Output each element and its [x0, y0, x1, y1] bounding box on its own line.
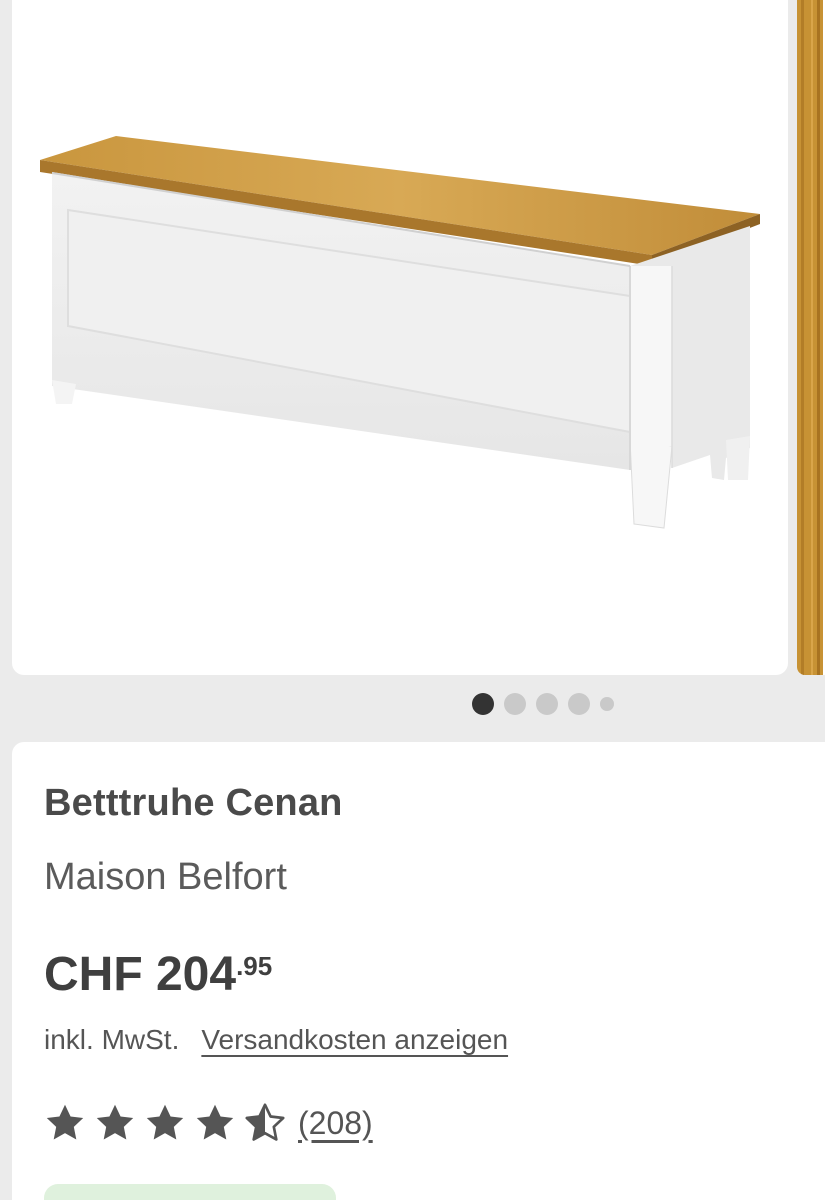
pagination-dot-5[interactable] — [600, 697, 614, 711]
product-info-card: Betttruhe Cenan Maison Belfort CHF 204 .… — [12, 742, 825, 1200]
star-icon — [146, 1104, 184, 1140]
review-count-link[interactable]: (208) — [298, 1105, 373, 1142]
price-cents: .95 — [236, 951, 273, 981]
pagination-dot-2[interactable] — [504, 693, 526, 715]
price-main: CHF 204 — [44, 948, 237, 1001]
star-icon — [46, 1104, 84, 1140]
tax-shipping-row: inkl. MwSt. Versandkosten anzeigen — [44, 1024, 508, 1056]
gallery-pagination — [472, 692, 614, 716]
pagination-dot-3[interactable] — [536, 693, 558, 715]
star-icon — [96, 1104, 134, 1140]
product-image-gallery[interactable] — [0, 0, 825, 742]
shipping-costs-link[interactable]: Versandkosten anzeigen — [201, 1024, 508, 1056]
star-half-icon — [245, 1103, 285, 1141]
product-title: Betttruhe Cenan — [44, 782, 343, 824]
rating-summary[interactable]: (208) — [42, 1100, 373, 1146]
pagination-dot-4[interactable] — [568, 693, 590, 715]
product-price: CHF 204 .95 — [44, 947, 272, 1002]
product-image[interactable] — [12, 0, 788, 675]
pagination-dot-1[interactable] — [472, 693, 494, 715]
availability-badge[interactable] — [44, 1184, 336, 1200]
product-brand[interactable]: Maison Belfort — [44, 856, 287, 899]
next-image-wood-edge — [797, 0, 825, 675]
next-image-peek[interactable] — [797, 0, 825, 675]
tax-note: inkl. MwSt. — [44, 1024, 180, 1055]
storage-bench-image — [40, 136, 760, 529]
star-icon — [196, 1104, 234, 1140]
